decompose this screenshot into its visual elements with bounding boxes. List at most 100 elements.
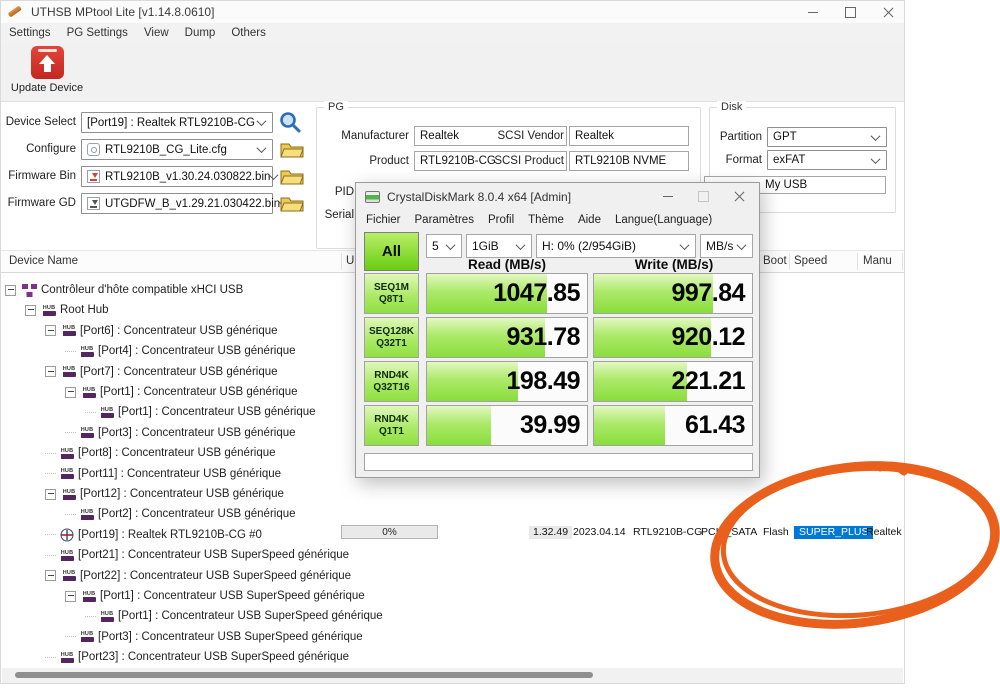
search-icon[interactable] [278, 110, 303, 135]
tree-item[interactable]: HUB[Port4] : Concentrateur USB générique [65, 341, 296, 361]
cdm-unit-combo[interactable]: MB/s [700, 234, 753, 258]
menu-pg-settings[interactable]: PG Settings [67, 27, 128, 39]
tree-item-label: [Port1] : Concentrateur USB générique [100, 386, 298, 398]
cdm-count-combo[interactable]: 5 [426, 234, 462, 258]
tree-item[interactable]: HUB[Port3] : Concentrateur USB générique [65, 423, 296, 443]
tree-item[interactable]: HUB[Port12] : Concentrateur USB génériqu… [45, 484, 284, 504]
maximize-icon[interactable] [698, 191, 709, 202]
cdm-test-queue: Q8T1 [379, 294, 404, 306]
cdm-read-value: 39.99 [520, 406, 580, 445]
tree-connector [45, 473, 56, 474]
scsi-vendor-field[interactable]: Realtek [569, 126, 689, 146]
tree-item-label: [Port11] : Concentrateur USB générique [78, 468, 281, 480]
folder-icon[interactable] [280, 193, 304, 213]
hub-icon: HUB [61, 325, 77, 336]
folder-icon[interactable] [280, 139, 304, 159]
partition-combo[interactable]: GPT [767, 127, 887, 147]
cdm-test-button[interactable]: RND4KQ1T1 [364, 405, 419, 446]
configure-combo[interactable]: RTL9210B_CG_Lite.cfg [81, 139, 273, 160]
minimize-icon[interactable] [808, 12, 818, 13]
firmware-bin-combo[interactable]: RTL9210B_v1.30.24.030822.bin [81, 166, 273, 187]
col-manu[interactable]: Manu [863, 255, 892, 267]
collapse-icon[interactable] [45, 489, 56, 500]
tree-item[interactable]: HUB[Port6] : Concentrateur USB générique [45, 321, 278, 341]
cdm-size-combo[interactable]: 1GiB [466, 234, 532, 258]
collapse-icon[interactable] [65, 591, 76, 602]
tree-item[interactable]: HUB[Port3] : Concentrateur USB SuperSpee… [65, 627, 363, 647]
tree-item[interactable]: HUB[Port2] : Concentrateur USB générique [65, 504, 296, 524]
speed-badge[interactable]: SUPER_PLUS [794, 526, 873, 539]
mode-value: PCIE_SATA [701, 526, 757, 539]
tree-item[interactable]: HUB[Port22] : Concentrateur USB SuperSpe… [45, 566, 351, 586]
cdm-menu-aide[interactable]: Aide [578, 214, 601, 226]
chevron-down-icon [871, 154, 881, 164]
update-device-label: Update Device [11, 82, 83, 94]
firmware-file-icon [87, 197, 100, 210]
title-bar: UTHSB MPtool Lite [v1.14.8.0610] [1, 1, 904, 23]
tree-item[interactable]: HUBRoot Hub [25, 300, 109, 320]
cdm-menu-theme[interactable]: Thème [528, 214, 564, 226]
crystaldiskmark-app-icon [365, 191, 380, 203]
col-boot[interactable]: Boot [763, 255, 787, 267]
scsi-product-field[interactable]: RTL9210B NVME [569, 151, 689, 171]
collapse-icon[interactable] [45, 570, 56, 581]
hub-icon: HUB [61, 489, 77, 500]
menu-view[interactable]: View [144, 27, 169, 39]
folder-icon[interactable] [280, 166, 304, 186]
cdm-window-title: CrystalDiskMark 8.0.4 x64 [Admin] [387, 190, 571, 204]
scsi-product-label: SCSI Product [477, 155, 564, 167]
tree-item[interactable]: HUB[Port8] : Concentrateur USB générique [45, 443, 276, 463]
cdm-menu-profil[interactable]: Profil [488, 214, 514, 226]
cdm-menu-fichier[interactable]: Fichier [366, 214, 401, 226]
close-icon[interactable] [883, 7, 894, 18]
cdm-menu-langue[interactable]: Langue(Language) [615, 214, 712, 226]
collapse-icon[interactable] [45, 366, 56, 377]
tree-item[interactable]: HUB[Port21] : Concentrateur USB SuperSpe… [45, 545, 349, 565]
tree-item-label: [Port21] : Concentrateur USB SuperSpeed … [78, 549, 349, 561]
horizontal-scrollbar[interactable] [2, 668, 903, 683]
menu-others[interactable]: Others [231, 27, 266, 39]
tree-item-label: [Port6] : Concentrateur USB générique [80, 325, 278, 337]
usb-controller-icon [21, 283, 38, 297]
tree-item[interactable]: HUB[Port11] : Concentrateur USB génériqu… [45, 464, 281, 484]
collapse-icon[interactable] [5, 285, 16, 296]
firmware-gd-combo[interactable]: UTGDFW_B_v1.29.21.030422.bin [81, 193, 273, 214]
minimize-icon[interactable] [663, 196, 673, 197]
menu-dump[interactable]: Dump [185, 27, 216, 39]
app-icon [8, 5, 24, 19]
cdm-test-button[interactable]: SEQ1MQ8T1 [364, 273, 419, 314]
tree-connector [85, 616, 96, 617]
tree-item[interactable]: HUB[Port1] : Concentrateur USB SuperSpee… [65, 586, 365, 606]
tree-item[interactable]: HUB[Port1] : Concentrateur USB SuperSpee… [85, 606, 383, 626]
tree-item[interactable]: HUB[Port1] : Concentrateur USB générique [65, 382, 298, 402]
maximize-icon[interactable] [845, 7, 856, 18]
collapse-icon[interactable] [25, 305, 36, 316]
collapse-icon[interactable] [45, 325, 56, 336]
col-speed[interactable]: Speed [794, 255, 827, 267]
cdm-test-button[interactable]: SEQ128KQ32T1 [364, 317, 419, 358]
tree-item[interactable]: HUB[Port7] : Concentrateur USB générique [45, 362, 278, 382]
device-select-label: Device Select [4, 116, 76, 128]
cdm-test-queue: Q32T16 [373, 382, 409, 394]
cdm-target-combo[interactable]: H: 0% (2/954GiB) [536, 234, 696, 258]
tree-item[interactable]: Contrôleur d'hôte compatible xHCI USB [5, 280, 243, 300]
cdm-test-button[interactable]: RND4KQ32T16 [364, 361, 419, 402]
update-device-button[interactable]: Update Device [6, 46, 88, 94]
tree-connector [45, 657, 56, 658]
tree-item[interactable]: HUB[Port23] : Concentrateur USB SuperSpe… [45, 647, 349, 667]
chevron-down-icon [871, 131, 881, 141]
format-combo[interactable]: exFAT [767, 150, 887, 170]
tree-item[interactable]: [Port19] : Realtek RTL9210B-CG #0 [45, 525, 262, 545]
chevron-down-icon [516, 240, 526, 250]
manufacturer-label: Manufacturer [322, 130, 409, 142]
collapse-icon[interactable] [65, 387, 76, 398]
cdm-test-queue: Q32T1 [376, 338, 407, 350]
col-device-name[interactable]: Device Name [9, 255, 78, 267]
tree-item[interactable]: HUB[Port1] : Concentrateur USB générique [85, 402, 316, 422]
menu-settings[interactable]: Settings [9, 27, 51, 39]
scrollbar-thumb[interactable] [15, 672, 593, 678]
close-icon[interactable] [734, 191, 745, 202]
cdm-menu-parametres[interactable]: Paramètres [415, 214, 474, 226]
device-select-combo[interactable]: [Port19] : Realtek RTL9210B-CG #0 [81, 112, 273, 133]
cdm-all-button[interactable]: All [364, 232, 419, 271]
